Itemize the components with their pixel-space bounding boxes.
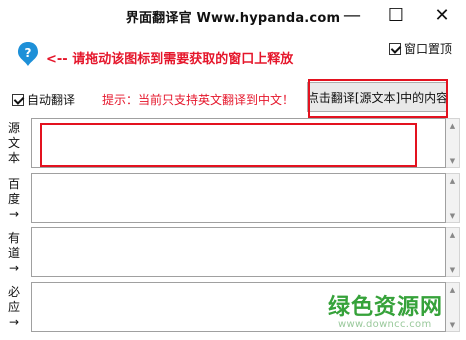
- auto-translate-label: 自动翻译: [27, 93, 76, 107]
- source-label: 源文本: [8, 121, 21, 165]
- topmost-check-box[interactable]: [389, 42, 401, 55]
- bing-scrollbar[interactable]: ▲ ▼: [446, 282, 460, 332]
- baidu-textarea[interactable]: [31, 173, 446, 223]
- auto-translate-check-box[interactable]: [12, 93, 24, 106]
- youdao-textarea[interactable]: [31, 227, 446, 277]
- scroll-down-icon[interactable]: ▼: [446, 318, 459, 331]
- close-button[interactable]: ✕: [420, 0, 464, 31]
- auto-translate-checkbox[interactable]: 自动翻译: [12, 91, 75, 108]
- minimize-button[interactable]: —: [330, 0, 374, 31]
- scroll-down-icon[interactable]: ▼: [446, 263, 459, 276]
- topmost-label: 窗口置顶: [404, 42, 453, 56]
- bing-label: 必应→: [8, 285, 21, 329]
- baidu-scrollbar[interactable]: ▲ ▼: [446, 173, 460, 223]
- scroll-down-icon[interactable]: ▼: [446, 154, 459, 167]
- source-scrollbar[interactable]: ▲ ▼: [446, 118, 460, 168]
- scroll-down-icon[interactable]: ▼: [446, 209, 459, 222]
- translate-button[interactable]: 点击翻译[源文本]中的内容: [307, 82, 448, 112]
- youdao-label: 有道→: [8, 231, 21, 275]
- title-bar: 界面翻译官 Www.hypanda.com — ☐ ✕: [0, 0, 466, 31]
- scroll-up-icon[interactable]: ▲: [446, 119, 459, 132]
- drag-hint: <-- 请拖动该图标到需要获取的窗口上释放: [46, 52, 294, 67]
- watermark-url: www.downcc.com: [338, 319, 432, 330]
- topmost-checkbox[interactable]: 窗口置顶: [389, 40, 452, 57]
- baidu-label: 百度→: [8, 177, 21, 221]
- drop-pin-icon[interactable]: ?: [16, 41, 40, 67]
- scroll-up-icon[interactable]: ▲: [446, 283, 459, 296]
- source-textarea[interactable]: [31, 118, 446, 168]
- youdao-scrollbar[interactable]: ▲ ▼: [446, 227, 460, 277]
- scroll-up-icon[interactable]: ▲: [446, 174, 459, 187]
- svg-text:?: ?: [25, 46, 32, 60]
- scroll-up-icon[interactable]: ▲: [446, 228, 459, 241]
- maximize-button[interactable]: ☐: [374, 0, 418, 31]
- watermark-logo: 绿色资源网: [328, 295, 444, 320]
- tip-text: 提示：当前只支持英文翻译到中文！: [102, 93, 295, 107]
